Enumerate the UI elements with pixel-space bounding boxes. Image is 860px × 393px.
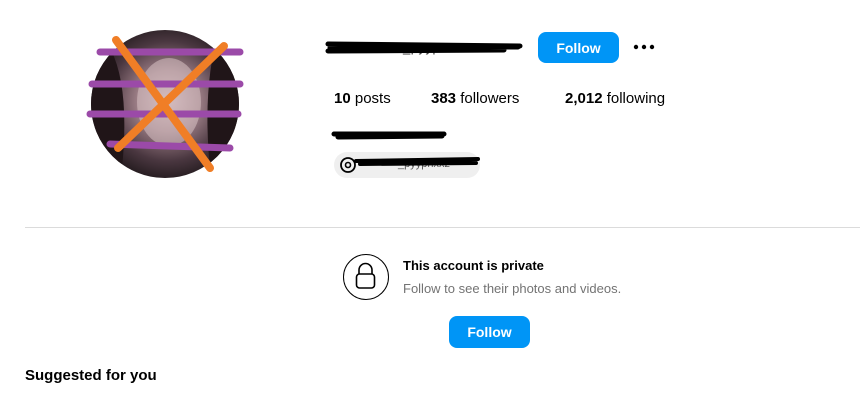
link-redaction — [354, 157, 480, 166]
stat-posts: 10 posts — [334, 90, 391, 107]
following-label: following — [606, 90, 666, 107]
more-options-icon[interactable] — [632, 38, 656, 56]
follow-private-button[interactable]: Follow — [449, 316, 530, 348]
follow-button[interactable]: Follow — [538, 32, 619, 63]
suggested-heading: Suggested for you — [25, 367, 157, 384]
private-account-subtitle: Follow to see their photos and videos. — [403, 281, 622, 296]
posts-count: 10 — [334, 90, 351, 107]
followers-label: followers — [460, 90, 520, 107]
username-redaction — [325, 41, 523, 54]
profile-divider — [25, 227, 860, 228]
stat-followers[interactable]: 383 followers — [431, 90, 519, 107]
posts-label: posts — [354, 90, 391, 107]
followers-count: 383 — [431, 90, 457, 107]
lock-icon — [343, 254, 389, 300]
following-count: 2,012 — [565, 90, 603, 107]
private-account-title: This account is private — [403, 258, 544, 273]
stat-following[interactable]: 2,012 following — [565, 90, 665, 107]
bio-redaction — [331, 131, 447, 140]
avatar-redaction-overlay — [86, 36, 244, 172]
